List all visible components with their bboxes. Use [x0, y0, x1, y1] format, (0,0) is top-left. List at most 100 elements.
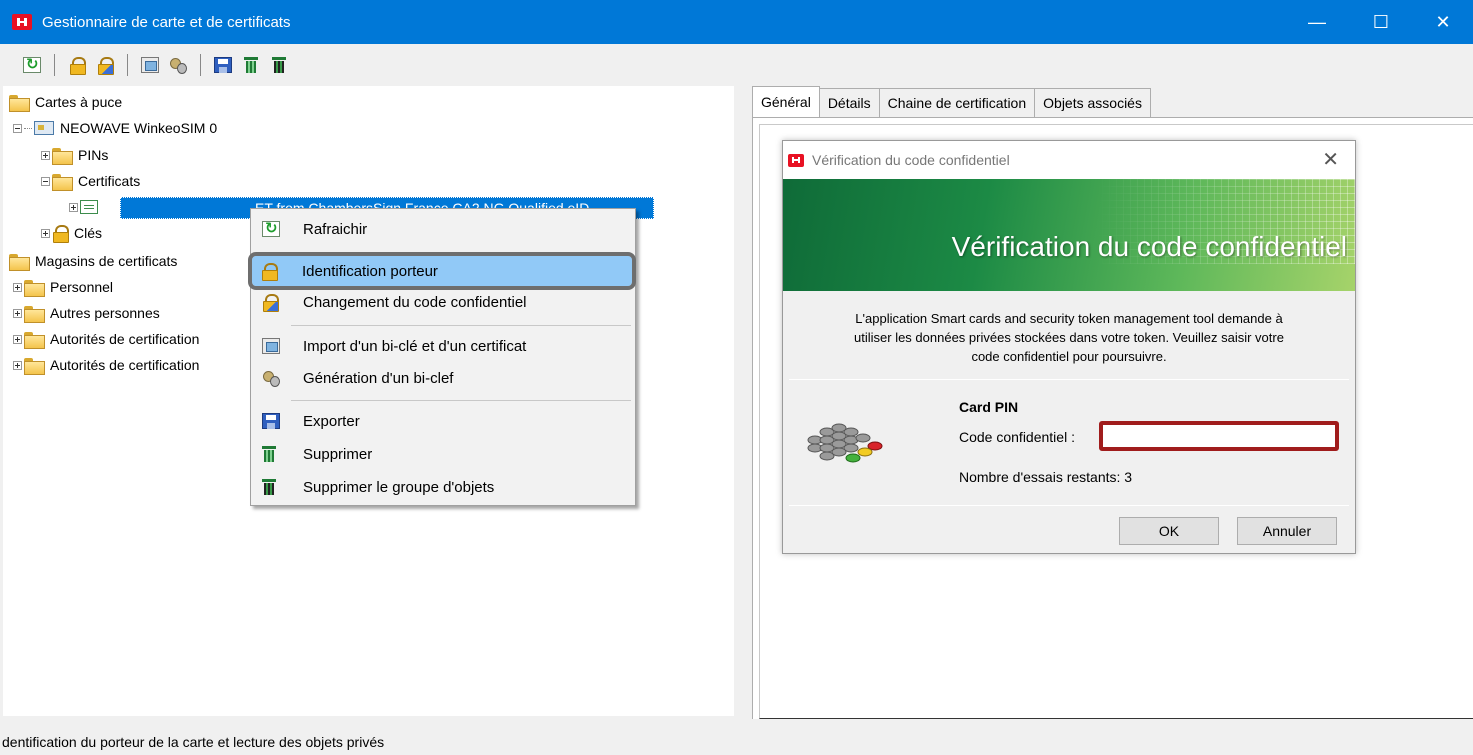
- menu-item-change-pin[interactable]: Changement du code confidentiel: [253, 287, 633, 317]
- dialog-message-line: L'application Smart cards and security t…: [855, 311, 1283, 326]
- status-bar: dentification du porteur de la carte et …: [2, 734, 385, 750]
- toolbar-separator: [127, 54, 128, 76]
- save-icon: [262, 413, 280, 429]
- tree-node-cert-stores[interactable]: Magasins de certificats: [9, 249, 177, 273]
- folder-icon: [24, 305, 45, 323]
- refresh-toolbar-button[interactable]: [22, 55, 42, 75]
- tree-node-label: Cartes à puce: [35, 94, 123, 110]
- pin-input[interactable]: [1099, 421, 1339, 451]
- tree-node-other-people[interactable]: Autres personnes: [13, 301, 160, 325]
- tree-node-label: PINs: [78, 147, 109, 163]
- identify-holder-toolbar-button[interactable]: [67, 55, 87, 75]
- tree-node-keys[interactable]: Clés: [41, 221, 102, 245]
- tries-remaining: Nombre d'essais restants: 3: [959, 469, 1133, 485]
- delete-group-toolbar-button[interactable]: [269, 55, 289, 75]
- tree-node-label: Autres personnes: [50, 305, 160, 321]
- menu-item-refresh[interactable]: Rafraichir: [253, 214, 633, 244]
- menu-item-export[interactable]: Exporter: [253, 406, 633, 436]
- menu-item-label: Rafraichir: [303, 220, 368, 238]
- dialog-message: L'application Smart cards and security t…: [783, 309, 1355, 366]
- expand-icon[interactable]: [13, 360, 22, 370]
- change-pin-toolbar-button[interactable]: [95, 55, 115, 75]
- lock-icon: [261, 263, 278, 281]
- folder-icon: [9, 94, 30, 112]
- maximize-button[interactable]: ☐: [1350, 0, 1412, 44]
- pin-field-label: Code confidentiel :: [959, 429, 1075, 445]
- banner-heading: Vérification du code confidentiel: [951, 231, 1347, 262]
- menu-item-generate-keypair[interactable]: Génération d'un bi-clef: [253, 363, 633, 393]
- folder-icon: [24, 279, 45, 297]
- details-tabs: Général Détails Chaine de certification …: [752, 86, 1151, 118]
- trash-icon: [244, 57, 258, 73]
- refresh-icon: [23, 55, 41, 73]
- collapse-icon[interactable]: [13, 123, 22, 133]
- tree-node-label: Personnel: [50, 279, 114, 295]
- key-folder-icon: [52, 225, 69, 243]
- menu-item-delete-group[interactable]: Supprimer le groupe d'objets: [253, 472, 633, 502]
- pin-verification-dialog: Vérification du code confidentiel ✕ Véri…: [782, 140, 1356, 554]
- tree-node-ca-1[interactable]: Autorités de certification: [13, 327, 199, 351]
- expand-icon[interactable]: [13, 334, 22, 344]
- delete-toolbar-button[interactable]: [241, 55, 261, 75]
- tree-node-smartcards[interactable]: Cartes à puce: [9, 90, 122, 114]
- generate-keypair-toolbar-button[interactable]: [168, 55, 188, 75]
- cancel-button[interactable]: Annuler: [1237, 517, 1337, 545]
- title-bar: Gestionnaire de carte et de certificats …: [0, 0, 1473, 44]
- dialog-divider: [789, 505, 1349, 506]
- context-menu: Rafraichir Identification porteur Change…: [248, 208, 636, 506]
- menu-item-label: Import d'un bi-clé et d'un certificat: [303, 337, 527, 355]
- toolbar-separator: [200, 54, 201, 76]
- expand-icon[interactable]: [69, 202, 78, 212]
- menu-item-delete[interactable]: Supprimer: [253, 439, 633, 469]
- expand-icon[interactable]: [41, 150, 50, 160]
- pin-pad-icon: [807, 423, 883, 463]
- refresh-icon: [262, 219, 280, 237]
- export-toolbar-button[interactable]: [213, 55, 233, 75]
- tree-node-label: Clés: [74, 225, 103, 241]
- tree-node-personal[interactable]: Personnel: [13, 275, 113, 299]
- ok-button[interactable]: OK: [1119, 517, 1219, 545]
- import-icon: [262, 338, 280, 354]
- expand-icon[interactable]: [41, 228, 50, 238]
- tree-node-label: Autorités de certification: [50, 331, 200, 347]
- save-icon: [214, 57, 232, 73]
- trash-group-icon: [272, 57, 286, 73]
- tree-node-ca-2[interactable]: Autorités de certification: [13, 353, 199, 377]
- dialog-banner: Vérification du code confidentiel: [783, 179, 1355, 291]
- tree-node-pins[interactable]: PINs: [41, 143, 108, 167]
- lock-icon: [69, 57, 86, 75]
- folder-icon: [24, 331, 45, 349]
- dialog-title-bar: Vérification du code confidentiel ✕: [783, 141, 1355, 179]
- menu-item-import[interactable]: Import d'un bi-clé et d'un certificat: [253, 331, 633, 361]
- pin-section-title: Card PIN: [959, 399, 1019, 415]
- minimize-button[interactable]: —: [1286, 0, 1348, 44]
- menu-item-label: Supprimer le groupe d'objets: [303, 478, 495, 496]
- import-icon: [141, 57, 159, 73]
- tree-node-certificates[interactable]: Certificats: [41, 169, 140, 193]
- dialog-title: Vérification du code confidentiel: [812, 152, 1010, 168]
- key-generation-icon: [262, 370, 280, 387]
- expand-icon[interactable]: [13, 282, 22, 292]
- dialog-close-button[interactable]: ✕: [1322, 147, 1339, 172]
- menu-separator: [291, 400, 631, 401]
- import-toolbar-button[interactable]: [140, 55, 160, 75]
- tab-associated-objects[interactable]: Objets associés: [1035, 88, 1151, 118]
- folder-icon: [52, 147, 73, 165]
- change-pin-icon: [97, 57, 114, 75]
- app-logo-icon: [12, 14, 32, 30]
- menu-item-label: Génération d'un bi-clef: [303, 369, 454, 387]
- tab-general[interactable]: Général: [752, 86, 820, 118]
- tree-node-reader[interactable]: NEOWAVE WinkeoSIM 0: [13, 116, 217, 140]
- menu-item-identify-holder[interactable]: Identification porteur: [248, 252, 636, 290]
- tab-details[interactable]: Détails: [819, 88, 880, 118]
- collapse-icon[interactable]: [41, 176, 50, 186]
- app-logo-icon: [788, 153, 804, 167]
- expand-icon[interactable]: [13, 308, 22, 318]
- dialog-divider: [789, 379, 1349, 380]
- tree-node-label: NEOWAVE WinkeoSIM 0: [60, 120, 218, 136]
- close-button[interactable]: ✕: [1412, 0, 1473, 44]
- tree-node-certificate-item[interactable]: [69, 195, 98, 219]
- certificate-icon: [80, 200, 98, 214]
- tab-certification-chain[interactable]: Chaine de certification: [879, 88, 1036, 118]
- menu-item-label: Exporter: [303, 412, 360, 430]
